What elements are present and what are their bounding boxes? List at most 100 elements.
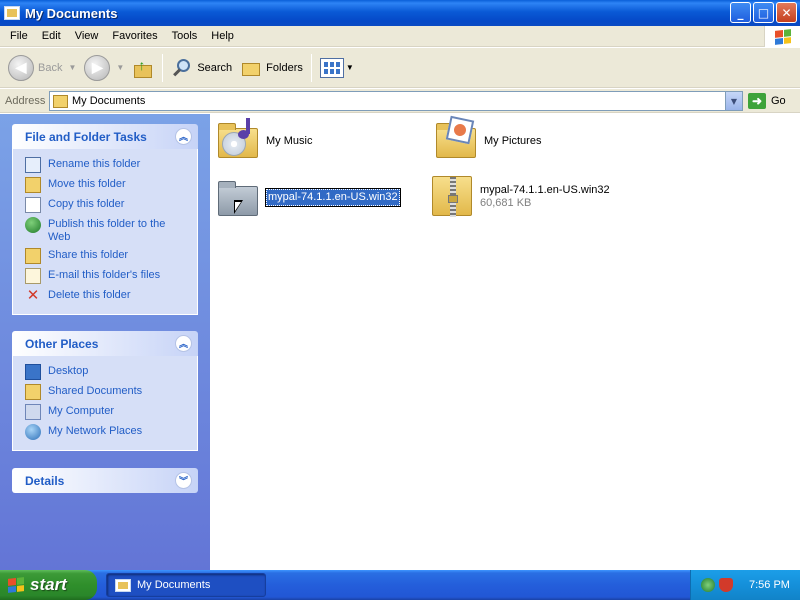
views-dropdown-icon: ▼ [345,63,354,72]
up-button[interactable]: ↑ [128,51,158,85]
back-button[interactable]: ◀ Back ▼ [4,51,80,85]
menu-edit[interactable]: Edit [35,30,68,42]
network-tray-icon[interactable] [701,578,715,592]
menu-tools[interactable]: Tools [165,30,205,42]
go-arrow-icon: ➜ [748,93,766,109]
file-item-my-music[interactable]: My Music [216,118,312,162]
place-network[interactable]: My Network Places [25,424,197,440]
window-controls: _ □ ✕ [730,2,797,23]
task-publish-web[interactable]: Publish this folder to the Web [25,217,197,244]
views-button[interactable]: ▼ [316,51,358,85]
folders-button[interactable]: Folders [236,51,307,85]
move-icon [25,177,41,193]
file-item-my-pictures[interactable]: My Pictures [434,115,541,162]
task-rename-folder[interactable]: Rename this folder [25,157,197,173]
task-copy-folder[interactable]: Copy this folder [25,197,197,213]
file-item-mypal-zip[interactable]: mypal-74.1.1.en-US.win32 60,681 KB [430,174,610,218]
menu-bar: File Edit View Favorites Tools Help [0,26,800,47]
rename-input[interactable]: mypal-74.1.1.en-US.win32 [265,188,401,207]
back-dropdown-icon[interactable]: ▼ [68,63,76,72]
start-button[interactable]: start [0,570,97,600]
place-label: My Network Places [48,425,143,437]
windows-logo-icon [764,26,800,47]
search-button[interactable]: Search [167,51,236,85]
security-shield-icon[interactable] [719,578,733,592]
file-view[interactable]: My Music My Pictures mypal-74.1.1.en-US.… [210,114,800,570]
window-title: My Documents [25,5,118,21]
file-folder-tasks-header[interactable]: File and Folder Tasks ︽ [12,124,198,149]
minimize-button[interactable]: _ [730,2,751,23]
place-shared-documents[interactable]: Shared Documents [25,384,197,400]
music-folder-icon [216,118,260,162]
menu-favorites[interactable]: Favorites [105,30,164,42]
file-folder-tasks-panel: File and Folder Tasks ︽ Rename this fold… [12,124,198,315]
clock[interactable]: 7:56 PM [749,579,790,591]
menu-view[interactable]: View [68,30,106,42]
share-icon [25,248,41,264]
back-arrow-icon: ◀ [8,54,34,81]
network-places-icon [25,424,41,440]
panel-title: Other Places [25,336,99,351]
file-name: mypal-74.1.1.en-US.win32 [480,184,610,196]
collapse-chevron-icon[interactable]: ︽ [175,128,192,145]
file-folder-tasks-list: Rename this folder Move this folder Copy… [12,149,198,315]
task-pane: File and Folder Tasks ︽ Rename this fold… [0,114,210,570]
folders-label: Folders [266,61,303,74]
delete-icon: ✕ [26,286,40,304]
start-label: start [30,575,67,594]
place-label: Desktop [48,365,89,377]
expand-chevron-icon[interactable]: ︾ [175,472,192,489]
address-dropdown-icon[interactable]: ▼ [725,92,742,110]
address-bar: Address My Documents ▼ ➜ Go [0,89,800,113]
toolbar-separator [310,53,312,82]
task-label: Share this folder [48,249,129,261]
taskbar-item-my-documents[interactable]: My Documents [106,573,266,597]
toolbar-separator [162,53,164,82]
zip-folder-icon [430,174,474,218]
desktop-icon [25,364,41,380]
file-name: My Music [266,135,313,147]
copy-icon [25,197,41,213]
menu-help[interactable]: Help [204,30,241,42]
other-places-panel: Other Places ︽ Desktop Shared Documents … [12,331,198,451]
folder-up-icon: ↑ [132,57,154,79]
close-button[interactable]: ✕ [776,2,797,23]
go-label: Go [771,95,786,107]
task-label: Copy this folder [48,198,125,210]
collapse-chevron-icon[interactable]: ︽ [175,335,192,352]
place-label: My Computer [48,405,115,417]
shared-documents-icon [25,384,41,400]
other-places-header[interactable]: Other Places ︽ [12,331,198,356]
folder-window-icon [115,578,131,592]
task-label: Publish this folder to the Web [48,218,166,243]
forward-button[interactable]: ▶ ▼ [80,51,128,85]
details-header[interactable]: Details ︾ [12,468,198,493]
forward-dropdown-icon[interactable]: ▼ [116,63,124,72]
task-share-folder[interactable]: Share this folder [25,248,197,264]
folder-window-icon [4,6,20,20]
place-desktop[interactable]: Desktop [25,364,197,380]
maximize-button[interactable]: □ [753,2,774,23]
toolbar: ◀ Back ▼ ▶ ▼ ↑ Search Folders ▼ [0,48,800,88]
task-move-folder[interactable]: Move this folder [25,177,197,193]
address-field[interactable]: My Documents ▼ [49,91,743,111]
place-my-computer[interactable]: My Computer [25,404,197,420]
task-label: E-mail this folder's files [48,269,161,281]
file-size: 60,681 KB [480,197,532,209]
go-button[interactable]: ➜ Go [748,91,786,111]
email-icon [25,268,41,284]
publish-web-icon [25,217,41,233]
pictures-folder-icon [434,115,478,162]
search-label: Search [197,61,233,74]
task-email-files[interactable]: E-mail this folder's files [25,268,197,284]
menu-file[interactable]: File [0,30,35,42]
task-label: Move this folder [48,178,126,190]
windows-flag-icon [8,577,24,593]
task-label: Delete this folder [48,289,131,301]
title-bar[interactable]: My Documents _ □ ✕ [0,0,800,26]
file-item-mypal-folder[interactable]: mypal-74.1.1.en-US.win32 [216,176,401,220]
task-delete-folder[interactable]: ✕ Delete this folder [25,288,197,304]
search-icon [171,57,193,79]
details-panel: Details ︾ [12,468,198,493]
other-places-list: Desktop Shared Documents My Computer My … [12,356,198,451]
